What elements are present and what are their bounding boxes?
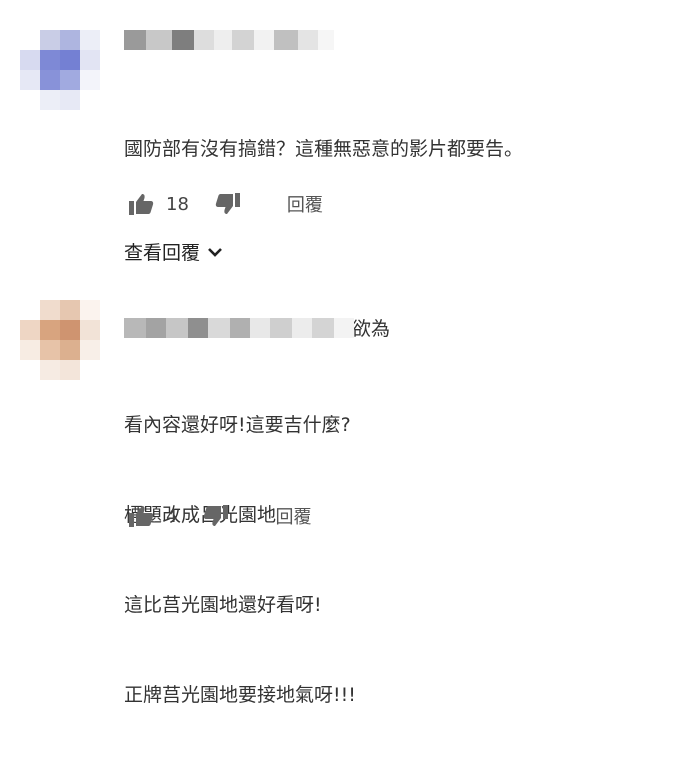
avatar-pixel: [60, 300, 80, 320]
avatar-pixel: [80, 30, 100, 50]
thumbs-down-icon: [215, 193, 240, 214]
avatar-pixel: [40, 50, 60, 70]
avatar-pixel: [20, 360, 40, 380]
like-count: 4: [166, 505, 178, 527]
author-name-blurred[interactable]: [124, 318, 354, 338]
avatar-pixel: [40, 70, 60, 90]
avatar-pixel: [40, 360, 60, 380]
thumbs-up-icon: [129, 506, 154, 527]
avatar-pixel: [80, 320, 100, 340]
avatar-pixel: [80, 340, 100, 360]
avatar-pixel: [80, 360, 100, 380]
avatar[interactable]: [20, 30, 100, 110]
avatar-pixel: [80, 50, 100, 70]
like-button[interactable]: [128, 504, 154, 528]
avatar-pixel: [60, 320, 80, 340]
like-count: 18: [166, 193, 189, 215]
like-button[interactable]: [128, 192, 154, 216]
view-replies-button[interactable]: 查看回覆: [124, 238, 224, 265]
avatar-pixel: [60, 50, 80, 70]
avatar-pixel: [60, 70, 80, 90]
reply-button[interactable]: 回覆: [287, 191, 323, 217]
avatar[interactable]: [20, 300, 100, 380]
reply-button[interactable]: 回覆: [275, 503, 311, 529]
avatar-pixel: [20, 300, 40, 320]
comment-line: 正牌莒光園地要接地氣呀!!!: [124, 684, 356, 706]
avatar-pixel: [20, 340, 40, 360]
dislike-button[interactable]: [215, 192, 241, 216]
avatar-pixel: [40, 90, 60, 110]
comment-actions: 18 回覆: [128, 191, 323, 217]
avatar-pixel: [80, 300, 100, 320]
avatar-pixel: [40, 30, 60, 50]
avatar-pixel: [20, 30, 40, 50]
avatar-pixel: [60, 90, 80, 110]
avatar-pixel: [60, 30, 80, 50]
chevron-down-icon: [208, 247, 222, 257]
avatar-pixel: [20, 50, 40, 70]
avatar-pixel: [80, 70, 100, 90]
comment-actions: 4 回覆: [128, 503, 311, 529]
thumbs-down-icon: [204, 505, 229, 526]
author-name-blurred[interactable]: [124, 30, 334, 50]
avatar-pixel: [40, 300, 60, 320]
comment-body: 看內容還好呀!這要吉什麼? 標題改成呂光園地 這比莒光園地還好看呀! 正牌莒光園…: [124, 350, 356, 770]
comment-line: 國防部有沒有搞錯？這種無惡意的影片都要告。: [124, 138, 524, 160]
avatar-pixel: [20, 70, 40, 90]
avatar-pixel: [20, 90, 40, 110]
avatar-pixel: [40, 320, 60, 340]
comment-line: 看內容還好呀!這要吉什麼?: [124, 414, 351, 436]
avatar-pixel: [40, 340, 60, 360]
avatar-pixel: [60, 360, 80, 380]
comment-line: 這比莒光園地還好看呀!: [124, 594, 322, 616]
avatar-pixel: [80, 90, 100, 110]
thumbs-up-icon: [129, 194, 154, 215]
dislike-button[interactable]: [203, 504, 229, 528]
avatar-pixel: [20, 320, 40, 340]
view-replies-label: 查看回覆: [124, 242, 201, 264]
avatar-pixel: [60, 340, 80, 360]
